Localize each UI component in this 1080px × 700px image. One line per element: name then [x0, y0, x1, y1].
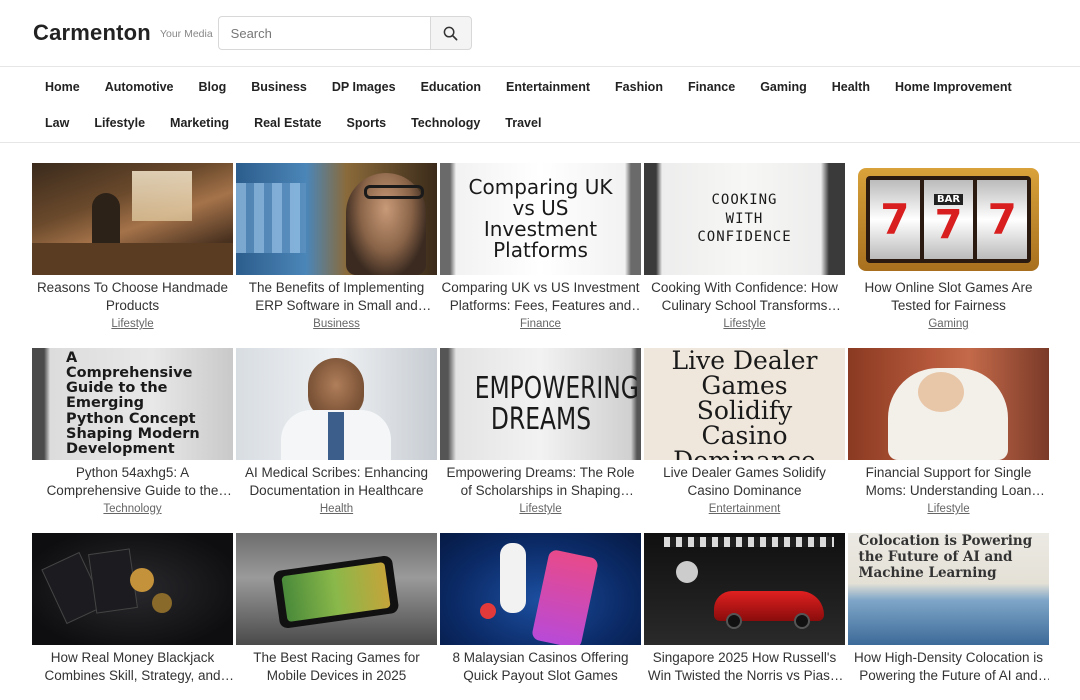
- nav-item-dp-images[interactable]: DP Images: [332, 80, 396, 94]
- post-card[interactable]: Singapore 2025 How Russell's Win Twisted…: [644, 533, 845, 684]
- post-category-link[interactable]: Technology: [103, 503, 161, 515]
- post-thumbnail[interactable]: [644, 533, 845, 645]
- thumbnail-sign-text: EMPOWERING DREAMS: [474, 370, 639, 437]
- nav-item-real-estate[interactable]: Real Estate: [254, 116, 321, 130]
- post-card[interactable]: The Best Racing Games for Mobile Devices…: [236, 533, 437, 684]
- nav-row-1: Home Automotive Blog Business DP Images …: [33, 67, 1060, 104]
- site-header: Carmenton Your Media: [0, 0, 1080, 67]
- post-category-link[interactable]: Lifestyle: [519, 503, 561, 515]
- post-category-link[interactable]: Finance: [520, 318, 561, 330]
- post-thumbnail[interactable]: Live Dealer Games Solidify Casino Domina…: [644, 348, 845, 460]
- post-title[interactable]: How High-Density Colocation is Powering …: [848, 649, 1049, 684]
- thumbnail-sign-text: Live Dealer Games Solidify Casino Domina…: [671, 348, 818, 460]
- post-title[interactable]: Python 54axhg5: A Comprehensive Guide to…: [32, 464, 233, 499]
- post-title[interactable]: The Benefits of Implementing ERP Softwar…: [236, 279, 437, 314]
- post-thumbnail[interactable]: [848, 348, 1049, 460]
- post-category-link[interactable]: Lifestyle: [723, 318, 765, 330]
- post-thumbnail[interactable]: Colocation is Powering the Future of AI …: [848, 533, 1049, 645]
- post-title[interactable]: Reasons To Choose Handmade Products: [32, 279, 233, 314]
- post-card[interactable]: 7 BAR 7 7 How Online Slot Games Are Test…: [848, 163, 1049, 332]
- nav-item-home-improvement[interactable]: Home Improvement: [895, 80, 1012, 94]
- post-grid: Reasons To Choose Handmade Products Life…: [32, 163, 1049, 700]
- post-title[interactable]: Live Dealer Games Solidify Casino Domina…: [644, 464, 845, 499]
- nav-item-automotive[interactable]: Automotive: [105, 80, 174, 94]
- nav-item-finance[interactable]: Finance: [688, 80, 735, 94]
- search-input[interactable]: [217, 16, 430, 50]
- post-title[interactable]: The Best Racing Games for Mobile Devices…: [236, 649, 437, 684]
- nav-item-entertainment[interactable]: Entertainment: [506, 80, 590, 94]
- post-card[interactable]: Reasons To Choose Handmade Products Life…: [32, 163, 233, 332]
- post-title[interactable]: How Real Money Blackjack Combines Skill,…: [32, 649, 233, 684]
- post-card[interactable]: COOKING WITH CONFIDENCE Cooking With Con…: [644, 163, 845, 332]
- thumbnail-sign-text: A Comprehensive Guide to the Emerging Py…: [66, 349, 200, 458]
- search-icon: [443, 26, 458, 40]
- nav-item-marketing[interactable]: Marketing: [170, 116, 229, 130]
- post-title[interactable]: Financial Support for Single Moms: Under…: [848, 464, 1049, 499]
- post-card[interactable]: AI Medical Scribes: Enhancing Documentat…: [236, 348, 437, 517]
- post-category-link[interactable]: Health: [320, 503, 353, 515]
- post-category-link[interactable]: Gaming: [928, 318, 968, 330]
- post-row: Reasons To Choose Handmade Products Life…: [32, 163, 1049, 332]
- post-thumbnail[interactable]: COOKING WITH CONFIDENCE: [644, 163, 845, 275]
- post-title[interactable]: Cooking With Confidence: How Culinary Sc…: [644, 279, 845, 314]
- post-thumbnail[interactable]: [440, 533, 641, 645]
- post-category-link[interactable]: Lifestyle: [111, 318, 153, 330]
- nav-item-health[interactable]: Health: [832, 80, 870, 94]
- nav-item-lifestyle[interactable]: Lifestyle: [94, 116, 145, 130]
- post-thumbnail[interactable]: [236, 533, 437, 645]
- post-thumbnail[interactable]: [236, 348, 437, 460]
- nav-item-law[interactable]: Law: [45, 116, 69, 130]
- thumbnail-sign-text: Colocation is Powering the Future of AI …: [858, 533, 1033, 582]
- thumbnail-sign-text: Comparing UK vs US Investment Platforms: [468, 175, 613, 262]
- post-thumbnail[interactable]: [32, 533, 233, 645]
- search-button[interactable]: [429, 16, 472, 50]
- post-category-link[interactable]: Entertainment: [709, 503, 781, 515]
- post-title[interactable]: Comparing UK vs US Investment Platforms:…: [440, 279, 641, 314]
- nav-item-blog[interactable]: Blog: [198, 80, 226, 94]
- post-card[interactable]: Live Dealer Games Solidify Casino Domina…: [644, 348, 845, 517]
- thumbnail-sign-text: COOKING WITH CONFIDENCE: [697, 191, 792, 246]
- post-card[interactable]: Comparing UK vs US Investment Platforms …: [440, 163, 641, 332]
- site-logo[interactable]: Carmenton: [33, 20, 151, 46]
- post-thumbnail[interactable]: EMPOWERING DREAMS: [440, 348, 641, 460]
- post-category-link[interactable]: Lifestyle: [927, 503, 969, 515]
- post-thumbnail[interactable]: [32, 163, 233, 275]
- nav-item-home[interactable]: Home: [45, 80, 80, 94]
- post-thumbnail[interactable]: Comparing UK vs US Investment Platforms: [440, 163, 641, 275]
- post-card[interactable]: Financial Support for Single Moms: Under…: [848, 348, 1049, 517]
- nav-item-sports[interactable]: Sports: [346, 116, 386, 130]
- post-card[interactable]: 8 Malaysian Casinos Offering Quick Payou…: [440, 533, 641, 684]
- post-row: How Real Money Blackjack Combines Skill,…: [32, 533, 1049, 684]
- nav-item-gaming[interactable]: Gaming: [760, 80, 807, 94]
- search-form: [217, 16, 472, 50]
- nav-row-2: Law Lifestyle Marketing Real Estate Spor…: [33, 104, 1060, 141]
- main-navigation: Home Automotive Blog Business DP Images …: [0, 67, 1080, 143]
- nav-item-business[interactable]: Business: [251, 80, 307, 94]
- post-card[interactable]: How Real Money Blackjack Combines Skill,…: [32, 533, 233, 684]
- post-thumbnail[interactable]: 7 BAR 7 7: [848, 163, 1049, 275]
- post-thumbnail[interactable]: [236, 163, 437, 275]
- post-title[interactable]: Singapore 2025 How Russell's Win Twisted…: [644, 649, 845, 684]
- nav-item-technology[interactable]: Technology: [411, 116, 480, 130]
- post-title[interactable]: How Online Slot Games Are Tested for Fai…: [848, 279, 1049, 314]
- post-row: A Comprehensive Guide to the Emerging Py…: [32, 348, 1049, 517]
- post-card[interactable]: EMPOWERING DREAMS Empowering Dreams: The…: [440, 348, 641, 517]
- site-tagline: Your Media: [159, 27, 213, 40]
- post-card[interactable]: The Benefits of Implementing ERP Softwar…: [236, 163, 437, 332]
- post-title[interactable]: Empowering Dreams: The Role of Scholarsh…: [440, 464, 641, 499]
- post-card[interactable]: Colocation is Powering the Future of AI …: [848, 533, 1049, 684]
- nav-item-travel[interactable]: Travel: [505, 116, 541, 130]
- post-card[interactable]: A Comprehensive Guide to the Emerging Py…: [32, 348, 233, 517]
- nav-item-education[interactable]: Education: [421, 80, 481, 94]
- post-title[interactable]: AI Medical Scribes: Enhancing Documentat…: [236, 464, 437, 499]
- nav-item-fashion[interactable]: Fashion: [615, 80, 663, 94]
- post-thumbnail[interactable]: A Comprehensive Guide to the Emerging Py…: [32, 348, 233, 460]
- post-category-link[interactable]: Business: [313, 318, 360, 330]
- post-title[interactable]: 8 Malaysian Casinos Offering Quick Payou…: [440, 649, 641, 684]
